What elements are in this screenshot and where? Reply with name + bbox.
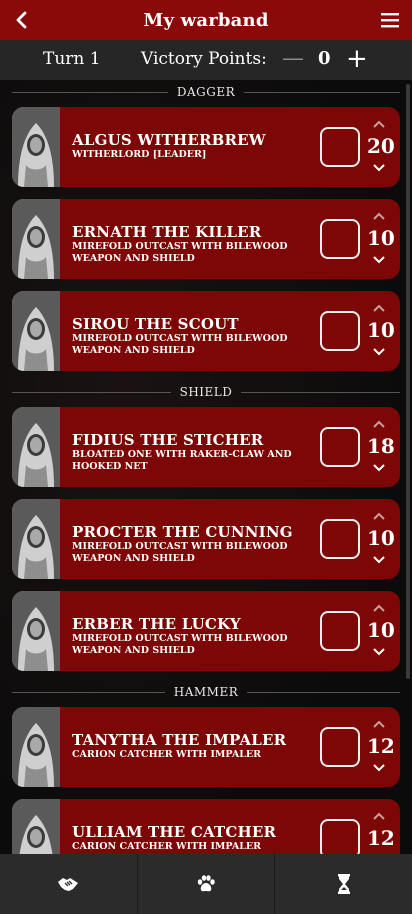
fighter-card[interactable]: ALGUS WITHERBREW WITHERLORD [LEADER] 20 (12, 107, 400, 187)
chevron-up-icon[interactable] (372, 211, 386, 221)
wound-value: 18 (367, 434, 395, 458)
victory-points-value: 0 (318, 48, 331, 69)
handshake-icon (58, 878, 79, 891)
chevron-up-icon[interactable] (372, 603, 386, 613)
chevron-down-icon[interactable] (372, 647, 386, 657)
group-header: HAMMER (12, 683, 400, 701)
fighter-card[interactable]: PROCTER THE CUNNING MIREFOLD OUTCAST WITH… (12, 499, 400, 579)
fighter-portrait (12, 107, 60, 187)
wound-value: 20 (367, 134, 395, 158)
fighter-description: MIREFOLD OUTCAST WITH BILEWOOD WEAPON AN… (72, 241, 288, 264)
fighter-name: TANYTHA THE IMPALER (72, 731, 287, 749)
chevron-up-icon[interactable] (372, 419, 386, 429)
fighter-card[interactable]: SIROU THE SCOUT MIREFOLD OUTCAST WITH BIL… (12, 291, 400, 371)
group-name: DAGGER (176, 85, 236, 99)
wound-value: 10 (367, 226, 395, 250)
activation-checkbox[interactable] (320, 127, 360, 167)
scrollbar[interactable] (406, 84, 410, 679)
wound-value: 10 (367, 318, 395, 342)
fighter-name: ULLIAM THE CATCHER (72, 823, 277, 841)
fighter-name: ERNATH THE KILLER (72, 223, 262, 241)
wound-value: 12 (367, 826, 395, 850)
divider (244, 91, 401, 93)
activation-checkbox[interactable] (320, 519, 360, 559)
bottom-nav (0, 854, 412, 914)
fighter-description: MIREFOLD OUTCAST WITH BILEWOOD WEAPON AN… (72, 333, 288, 356)
fighter-description: CARION CATCHER WITH IMPALER (72, 749, 262, 760)
fighter-name: FIDIUS THE STICHER (72, 431, 264, 449)
increment-vp-button[interactable]: + (346, 44, 368, 74)
fighter-card[interactable]: ULLIAM THE CATCHER CARION CATCHER WITH IM… (12, 799, 400, 854)
decrement-vp-button[interactable]: — (282, 46, 304, 71)
fighter-card[interactable]: FIDIUS THE STICHER BLOATED ONE WITH RAKER… (12, 407, 400, 487)
activation-checkbox[interactable] (320, 611, 360, 651)
hamburger-menu-icon[interactable] (378, 8, 402, 32)
fighter-portrait (12, 799, 60, 854)
fighter-description: MIREFOLD OUTCAST WITH BILEWOOD WEAPON AN… (72, 541, 288, 564)
turn-bar: Turn 1 Victory Points: — 0 + (0, 40, 412, 80)
turn-label[interactable]: Turn 1 (43, 49, 101, 69)
fighter-card[interactable]: ERBER THE LUCKY MIREFOLD OUTCAST WITH BIL… (12, 591, 400, 671)
victory-points-label: Victory Points: (141, 49, 267, 69)
wound-value: 10 (367, 526, 395, 550)
chevron-down-icon[interactable] (372, 347, 386, 357)
hourglass-icon (337, 874, 350, 894)
chevron-down-icon[interactable] (372, 555, 386, 565)
fighter-name: SIROU THE SCOUT (72, 315, 239, 333)
chevron-up-icon[interactable] (372, 303, 386, 313)
paw-icon (197, 875, 215, 892)
fighter-description: WITHERLORD [LEADER] (72, 149, 207, 160)
fighter-portrait (12, 499, 60, 579)
divider (247, 691, 400, 693)
wound-value: 12 (367, 734, 395, 758)
activation-checkbox[interactable] (320, 427, 360, 467)
divider (12, 691, 165, 693)
fighter-name: ALGUS WITHERBREW (72, 131, 266, 149)
group-name: SHIELD (179, 385, 233, 399)
chevron-up-icon[interactable] (372, 119, 386, 129)
group-header: DAGGER (12, 83, 401, 101)
fighter-description: MIREFOLD OUTCAST WITH BILEWOOD WEAPON AN… (72, 633, 288, 656)
fighter-description: CARION CATCHER WITH IMPALER (72, 841, 262, 852)
group-header: SHIELD (12, 383, 400, 401)
fighter-portrait (12, 591, 60, 671)
fighter-card[interactable]: ERNATH THE KILLER MIREFOLD OUTCAST WITH B… (12, 199, 400, 279)
chevron-up-icon[interactable] (372, 719, 386, 729)
group-name: HAMMER (173, 685, 239, 699)
app-header: My warband (0, 0, 412, 40)
bottom-nav-handshake[interactable] (0, 854, 138, 914)
fighter-portrait (12, 707, 60, 787)
activation-checkbox[interactable] (320, 819, 360, 854)
chevron-up-icon[interactable] (372, 511, 386, 521)
chevron-up-icon[interactable] (372, 811, 386, 821)
activation-checkbox[interactable] (320, 727, 360, 767)
fighter-portrait (12, 199, 60, 279)
warband-list[interactable]: DAGGER ALGUS WITHERBREW WITHERLORD [LEADER… (0, 80, 412, 854)
activation-checkbox[interactable] (320, 219, 360, 259)
fighter-card[interactable]: TANYTHA THE IMPALER CARION CATCHER WITH I… (12, 707, 400, 787)
chevron-left-icon[interactable] (10, 8, 34, 32)
bottom-nav-paw[interactable] (138, 854, 276, 914)
divider (241, 391, 400, 393)
wound-value: 10 (367, 618, 395, 642)
fighter-description: BLOATED ONE WITH RAKER-CLAW AND HOOKED N… (72, 449, 292, 472)
chevron-down-icon[interactable] (372, 255, 386, 265)
chevron-down-icon[interactable] (372, 763, 386, 773)
bottom-nav-hourglass[interactable] (275, 854, 412, 914)
activation-checkbox[interactable] (320, 311, 360, 351)
fighter-portrait (12, 407, 60, 487)
fighter-name: PROCTER THE CUNNING (72, 523, 293, 541)
chevron-down-icon[interactable] (372, 463, 386, 473)
divider (12, 91, 168, 93)
divider (12, 391, 171, 393)
fighter-name: ERBER THE LUCKY (72, 615, 241, 633)
fighter-portrait (12, 291, 60, 371)
chevron-down-icon[interactable] (372, 163, 386, 173)
page-title: My warband (143, 9, 269, 31)
